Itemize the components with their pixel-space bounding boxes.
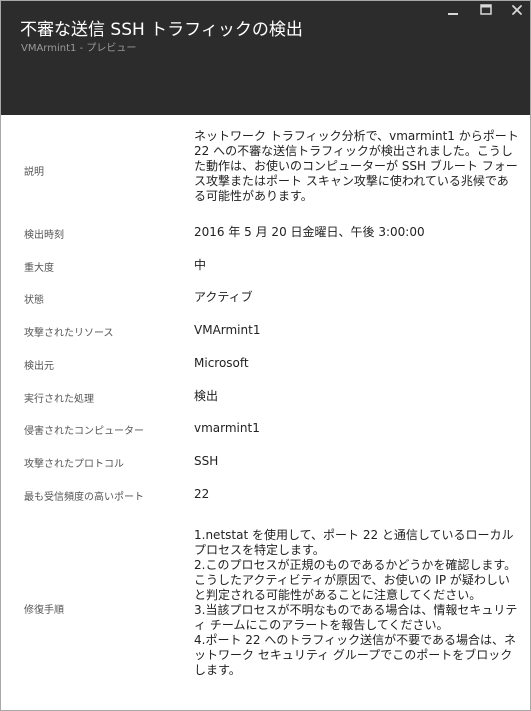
alert-detail-blade: 不審な送信 SSH トラフィックの検出 VMArmint1 - プレビュー 説明… <box>0 0 531 711</box>
detail-value: VMArmint1 <box>194 323 261 337</box>
detail-value: ネットワーク トラフィック分析で、vmarmint1 からポート 22 への不審… <box>194 129 523 203</box>
blade-subtitle: VMArmint1 - プレビュー <box>21 43 137 54</box>
detail-label: 検出時刻 <box>24 230 64 241</box>
detail-value: 22 <box>194 487 210 501</box>
minimize-button[interactable] <box>442 1 464 19</box>
detail-value: アクティブ <box>194 290 253 304</box>
close-icon <box>512 5 522 15</box>
detail-label: 侵害されたコンピューター <box>24 426 144 437</box>
detail-label: 検出元 <box>24 361 54 372</box>
detail-label: 実行された処理 <box>24 394 94 405</box>
detail-label: 修復手順 <box>24 605 64 616</box>
detail-label: 状態 <box>24 295 44 306</box>
blade-title: 不審な送信 SSH トラフィックの検出 <box>20 20 303 40</box>
detail-label: 攻撃されたプロトコル <box>24 459 124 470</box>
detail-value: 2016 年 5 月 20 日金曜日、午後 3:00:00 <box>194 225 425 239</box>
detail-value: Microsoft <box>194 356 249 370</box>
detail-label: 攻撃されたリソース <box>24 328 114 339</box>
detail-label: 説明 <box>24 167 44 178</box>
close-button[interactable] <box>506 1 528 19</box>
detail-value: vmarmint1 <box>194 421 260 435</box>
blade-header: 不審な送信 SSH トラフィックの検出 VMArmint1 - プレビュー <box>1 1 530 115</box>
detail-label: 重大度 <box>24 263 54 274</box>
detail-label: 最も受信頻度の高いポート <box>24 492 144 503</box>
detail-value: 1.netstat を使用して、ポート 22 と通信しているローカル プロセスを… <box>194 528 518 677</box>
detail-value: 中 <box>194 258 207 272</box>
minimize-icon <box>448 13 458 15</box>
detail-value: 検出 <box>194 389 219 403</box>
maximize-button[interactable] <box>475 1 497 19</box>
maximize-icon <box>480 4 492 15</box>
detail-value: SSH <box>194 454 219 468</box>
